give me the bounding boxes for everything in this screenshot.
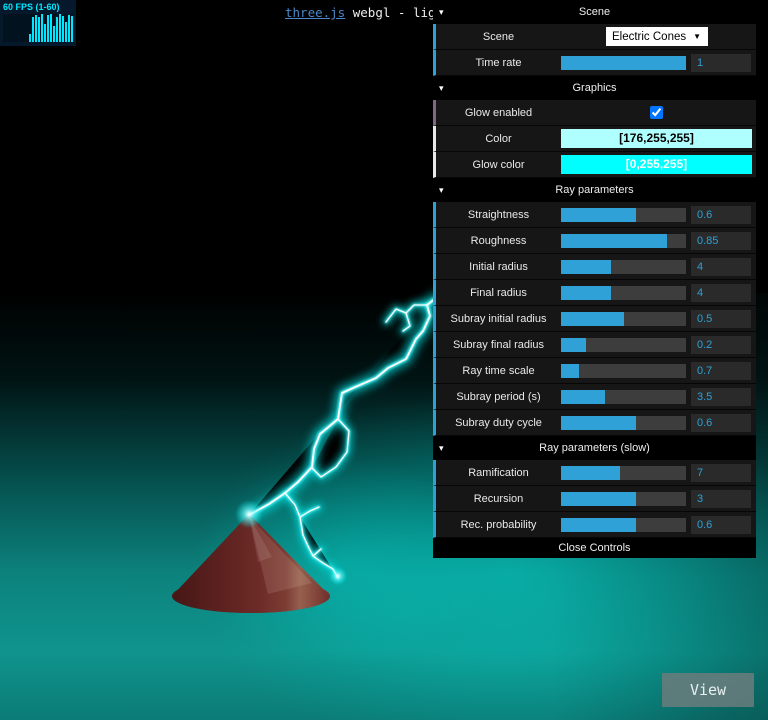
row-glow-color: Glow color [0,255,255] (433, 152, 756, 178)
row-subray-period: Subray period (s) 3.5 (433, 384, 756, 410)
final-radius-value[interactable]: 4 (691, 284, 751, 302)
subray-duty-cycle-slider[interactable] (561, 416, 686, 430)
fps-bar (71, 16, 73, 42)
row-roughness: Roughness 0.85 (433, 228, 756, 254)
folder-arrow-icon: ▾ (439, 0, 444, 24)
view-source-button[interactable]: View source (662, 673, 754, 707)
row-color: Color [176,255,255] (433, 126, 756, 152)
row-scene: Scene Electric Cones ▼ (433, 24, 756, 50)
subray-duty-cycle-value[interactable]: 0.6 (691, 414, 751, 432)
initial-radius-value[interactable]: 4 (691, 258, 751, 276)
fps-bar (56, 17, 58, 42)
row-recursion: Recursion 3 (433, 486, 756, 512)
glow-enabled-checkbox[interactable] (650, 106, 663, 119)
row-rec-probability: Rec. probability 0.6 (433, 512, 756, 538)
fps-bar (62, 16, 64, 42)
ramification-slider[interactable] (561, 466, 686, 480)
subray-final-radius-slider[interactable] (561, 338, 686, 352)
fps-bar (59, 14, 61, 42)
fps-bar (29, 34, 31, 42)
subray-period-slider[interactable] (561, 390, 686, 404)
ramification-value[interactable]: 7 (691, 464, 751, 482)
ray-time-scale-value[interactable]: 0.7 (691, 362, 751, 380)
rec-probability-slider[interactable] (561, 518, 686, 532)
folder-arrow-icon: ▾ (439, 76, 444, 100)
fps-bar (47, 15, 49, 42)
straightness-value[interactable]: 0.6 (691, 206, 751, 224)
fps-bar (38, 17, 40, 42)
folder-arrow-icon: ▾ (439, 178, 444, 202)
row-ramification: Ramification 7 (433, 460, 756, 486)
row-initial-radius: Initial radius 4 (433, 254, 756, 280)
threejs-link[interactable]: three.js (285, 5, 345, 20)
recursion-slider[interactable] (561, 492, 686, 506)
roughness-slider[interactable] (561, 234, 686, 248)
straightness-slider[interactable] (561, 208, 686, 222)
close-controls-button[interactable]: Close Controls (433, 538, 756, 558)
subray-final-radius-value[interactable]: 0.2 (691, 336, 751, 354)
folder-ray-parameters[interactable]: ▾ Ray parameters (433, 178, 756, 202)
fps-graph (3, 14, 73, 42)
glow-color-swatch[interactable]: [0,255,255] (561, 155, 752, 174)
app-window: 60 FPS (1-60) three.js webgl - lightn ▾ … (0, 0, 768, 720)
row-time-rate: Time rate 1 (433, 50, 756, 76)
folder-arrow-icon: ▾ (439, 436, 444, 460)
fps-stats-panel[interactable]: 60 FPS (1-60) (0, 0, 76, 46)
row-glow-enabled: Glow enabled (433, 100, 756, 126)
row-subray-initial-radius: Subray initial radius 0.5 (433, 306, 756, 332)
fps-bar (35, 15, 37, 42)
subray-period-value[interactable]: 3.5 (691, 388, 751, 406)
folder-scene[interactable]: ▾ Scene (433, 0, 756, 24)
folder-graphics[interactable]: ▾ Graphics (433, 76, 756, 100)
subray-initial-radius-slider[interactable] (561, 312, 686, 326)
time-rate-slider[interactable] (561, 56, 686, 70)
folder-ray-parameters-slow[interactable]: ▾ Ray parameters (slow) (433, 436, 756, 460)
row-subray-final-radius: Subray final radius 0.2 (433, 332, 756, 358)
time-rate-value[interactable]: 1 (691, 54, 751, 72)
fps-bar (50, 14, 52, 42)
roughness-value[interactable]: 0.85 (691, 232, 751, 250)
ray-time-scale-slider[interactable] (561, 364, 686, 378)
select-arrow-icon: ▼ (693, 32, 701, 41)
rec-probability-value[interactable]: 0.6 (691, 516, 751, 534)
color-swatch[interactable]: [176,255,255] (561, 129, 752, 148)
row-subray-duty-cycle: Subray duty cycle 0.6 (433, 410, 756, 436)
fps-bar (65, 22, 67, 42)
fps-bar (32, 17, 34, 42)
final-radius-slider[interactable] (561, 286, 686, 300)
row-straightness: Straightness 0.6 (433, 202, 756, 228)
subray-initial-radius-value[interactable]: 0.5 (691, 310, 751, 328)
recursion-value[interactable]: 3 (691, 490, 751, 508)
fps-bar (53, 26, 55, 42)
initial-radius-slider[interactable] (561, 260, 686, 274)
fps-bar (44, 24, 46, 42)
row-ray-time-scale: Ray time scale 0.7 (433, 358, 756, 384)
fps-bar (68, 15, 70, 42)
fps-bar (41, 14, 43, 42)
row-final-radius: Final radius 4 (433, 280, 756, 306)
fps-readout: 60 FPS (1-60) (0, 0, 76, 12)
scene-select[interactable]: Electric Cones ▼ (606, 27, 708, 46)
dat-gui-panel: ▾ Scene Scene Electric Cones ▼ Time rate… (433, 0, 756, 558)
